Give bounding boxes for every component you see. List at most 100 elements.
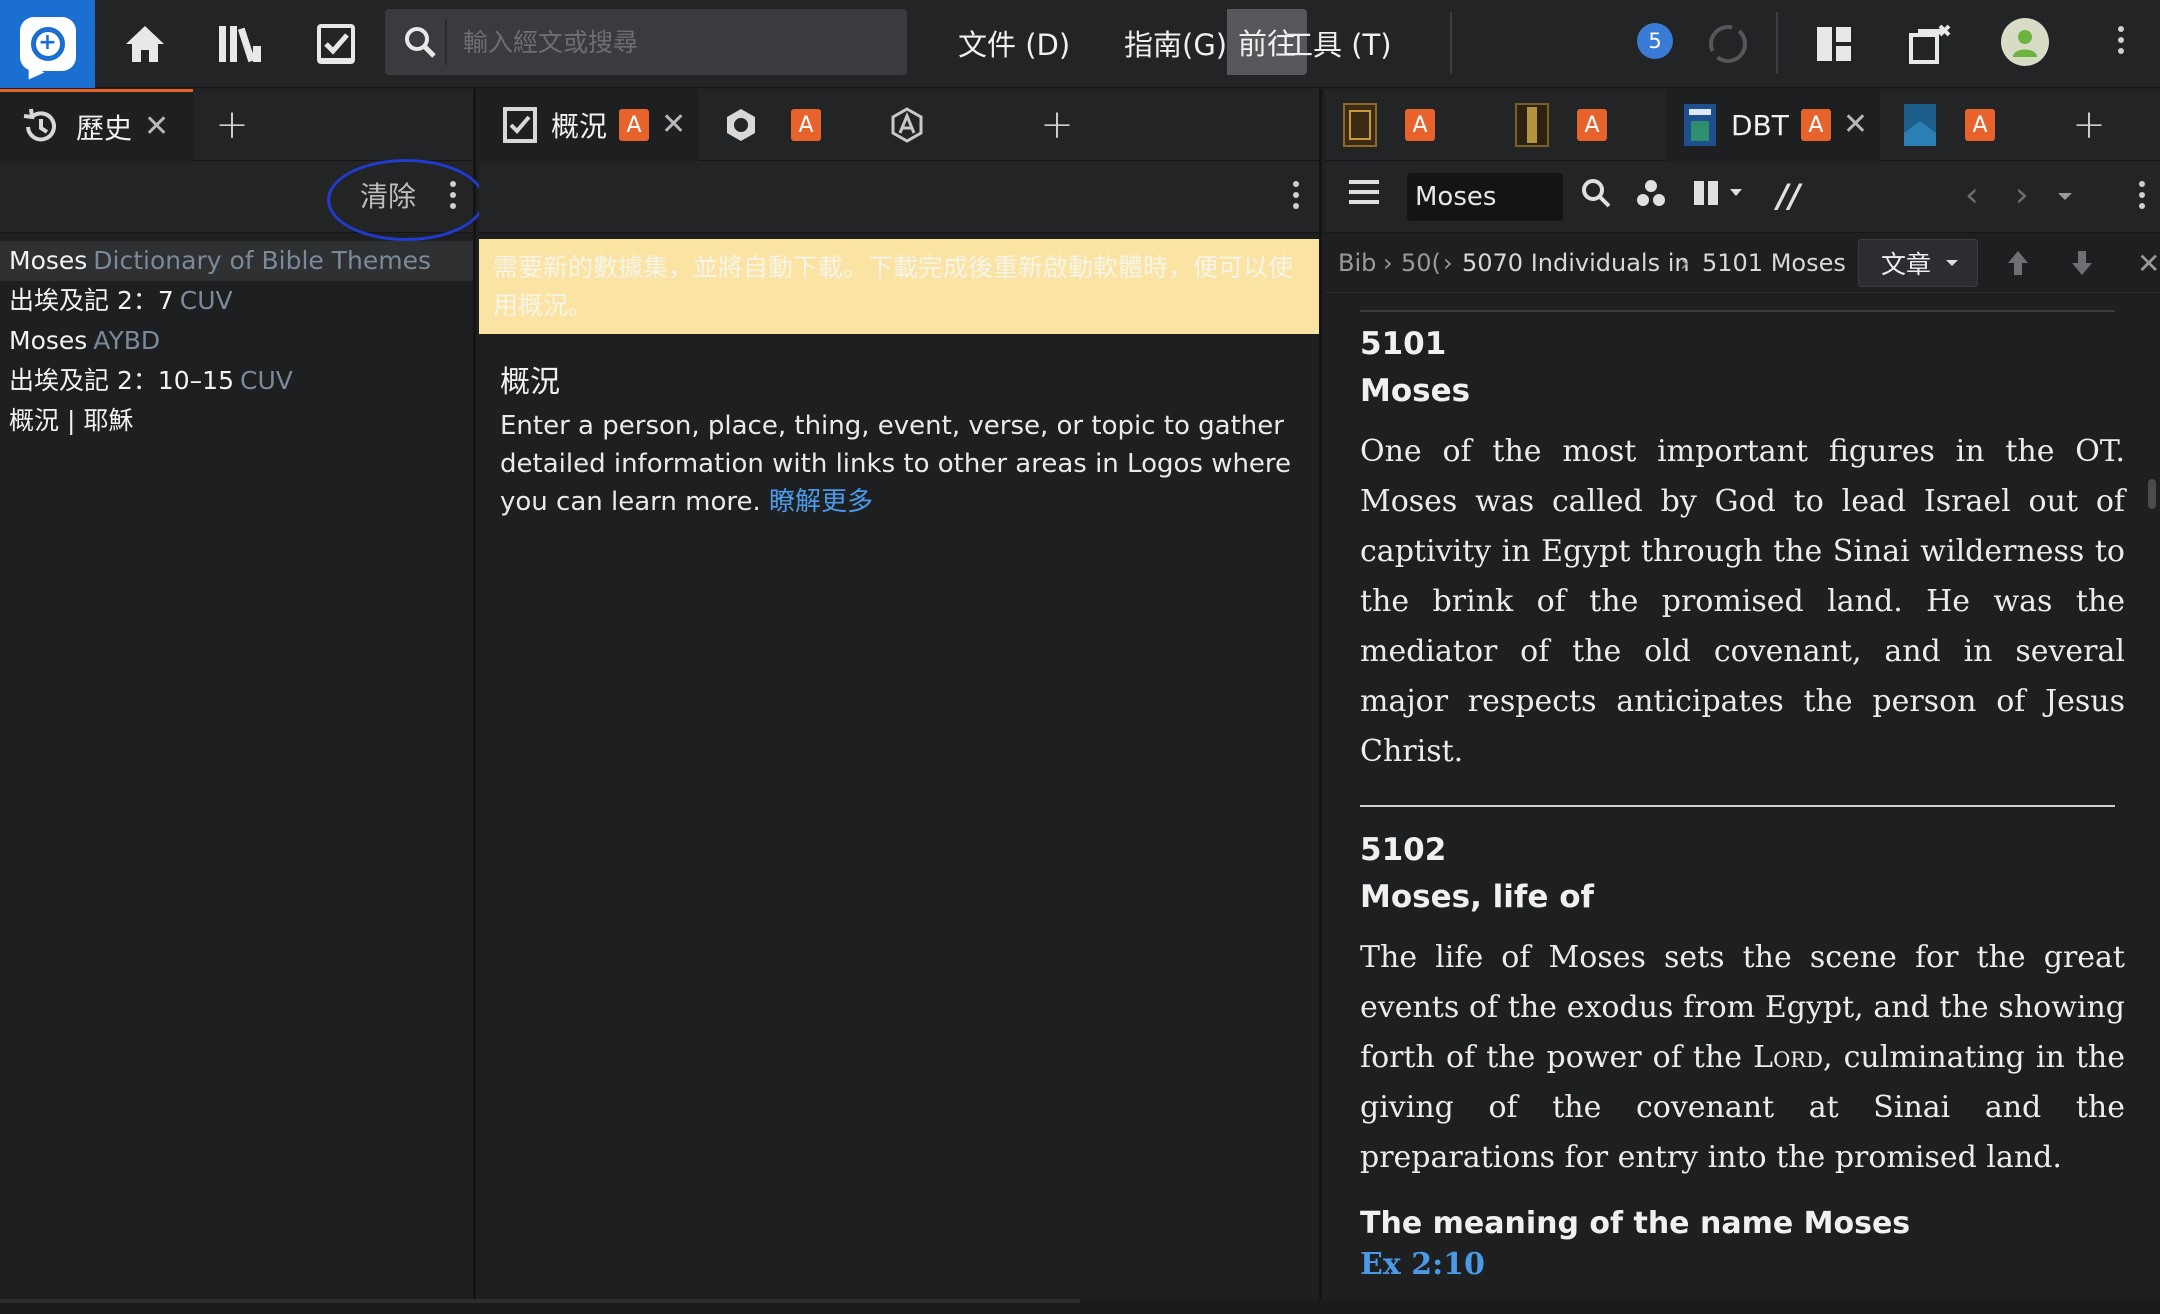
section-type-dropdown[interactable]: 文章: [1858, 239, 1978, 287]
tab-resource-4[interactable]: A: [1903, 89, 2053, 161]
entry-number: 5102: [1360, 832, 1447, 868]
tab-dbt-label: DBT: [1731, 108, 1789, 142]
logos-logo-button[interactable]: +: [0, 0, 95, 88]
logo-icon: +: [19, 17, 76, 71]
entry-subheading: The meaning of the name Moses: [1360, 1206, 1911, 1241]
highlight-circle-annotation: [327, 159, 485, 241]
parallel-link-icon[interactable]: //: [1777, 177, 1800, 215]
tab-badge: A: [1577, 109, 1607, 141]
breadcrumb-item[interactable]: 5101 Moses: [1702, 249, 1846, 277]
history-tabstrip: 歷史 ✕ +: [0, 89, 473, 161]
user-avatar[interactable]: [2001, 18, 2049, 66]
history-item-title: 概況 | 耶穌: [9, 406, 134, 435]
breadcrumb: Bib › 50( › 5070 Individuals in › 5101 M…: [1325, 233, 2160, 293]
add-tab-icon[interactable]: +: [210, 102, 254, 148]
home-icon[interactable]: [115, 14, 175, 74]
dataset-download-notice: 需要新的數據集，並將自動下載。下載完成後重新啟動軟體時，便可以使用概況。: [479, 239, 1319, 334]
close-panels-icon[interactable]: [1900, 14, 1960, 74]
reader-search-icon[interactable]: [1580, 177, 1612, 213]
notification-badge[interactable]: 5: [1637, 23, 1673, 59]
close-tab-icon[interactable]: ✕: [144, 111, 169, 142]
book-cover-icon: [1343, 103, 1377, 147]
breadcrumb-separator: ›: [1680, 249, 1690, 277]
scrollbar-thumb[interactable]: [2148, 479, 2156, 509]
tab-factbook[interactable]: [869, 89, 989, 161]
forward-arrow-icon[interactable]: ›: [2015, 175, 2029, 215]
tab-history[interactable]: 歷史 ✕: [0, 89, 193, 161]
reader-tabstrip: A A DBT A ✕ A +: [1325, 89, 2160, 161]
breadcrumb-separator: ›: [1443, 249, 1453, 277]
previous-section-icon[interactable]: [2007, 249, 2029, 281]
history-item[interactable]: 出埃及記 2：10–15 CUV: [0, 361, 473, 401]
search-icon[interactable]: [393, 15, 447, 69]
history-item-title: 出埃及記 2：7: [9, 286, 174, 315]
breadcrumb-separator: ›: [1383, 249, 1393, 277]
breadcrumb-item[interactable]: Bib: [1338, 249, 1376, 277]
bottom-status-bar: [0, 1299, 2160, 1314]
reader-more-icon[interactable]: [2137, 181, 2147, 209]
toolbar-divider: [1450, 12, 1452, 74]
layouts-icon[interactable]: [1804, 14, 1864, 74]
documents-checklist-icon[interactable]: [306, 14, 366, 74]
tab-badge: A: [1405, 109, 1435, 141]
entry-divider: [1360, 805, 2115, 807]
tab-overview[interactable]: 概況 A ✕: [479, 89, 699, 161]
hexagon-guide-icon: [727, 109, 755, 141]
close-breadcrumb-icon[interactable]: ✕: [2137, 247, 2160, 280]
next-section-icon[interactable]: [2071, 249, 2093, 281]
reader-panel: A A DBT A ✕ A + Moses // ‹ › Bib › 50(›…: [1325, 89, 2160, 1299]
tab-resource-2[interactable]: A: [1515, 89, 1665, 161]
close-tab-icon[interactable]: ✕: [1843, 110, 1868, 140]
history-item[interactable]: Moses Dictionary of Bible Themes: [0, 241, 473, 281]
reader-search-input[interactable]: Moses: [1407, 173, 1563, 221]
status-progress: [0, 1299, 1080, 1303]
add-tab-icon[interactable]: +: [1035, 102, 1079, 148]
entry-body-lord: Lord: [1753, 1040, 1823, 1075]
overview-description: Enter a person, place, thing, event, ver…: [500, 407, 1300, 521]
history-item[interactable]: 概況 | 耶穌: [0, 401, 473, 441]
factbook-hexagon-icon: [891, 107, 923, 143]
history-item-title: Moses: [9, 326, 88, 355]
history-item[interactable]: 出埃及記 2：7 CUV: [0, 281, 473, 321]
book-cover-icon: [1904, 104, 1936, 146]
learn-more-link[interactable]: 瞭解更多: [769, 487, 873, 517]
back-arrow-icon[interactable]: ‹: [1965, 175, 1979, 215]
menu-documents[interactable]: 文件 (D): [958, 22, 1070, 64]
search-separator: [445, 19, 447, 65]
library-icon[interactable]: [210, 14, 270, 74]
overview-tabstrip: 概況 A ✕ A +: [479, 89, 1319, 161]
tab-badge: A: [619, 109, 650, 141]
menu-guides[interactable]: 指南(G): [1124, 22, 1227, 64]
parallel-resources-icon[interactable]: [1692, 179, 1746, 211]
breadcrumb-item[interactable]: 5070 Individuals in: [1462, 249, 1690, 277]
bible-themes-cover-icon: [1684, 104, 1716, 146]
tab-badge: A: [791, 109, 821, 141]
history-item[interactable]: Moses AYBD: [0, 321, 473, 361]
main-toolbar: + 前往 文件 (D) 指南(G) 工具 (T) 5: [0, 0, 2160, 88]
search-input[interactable]: [463, 19, 823, 65]
menu-tools[interactable]: 工具 (T): [1284, 22, 1392, 64]
tab-resource-1[interactable]: A: [1343, 89, 1493, 161]
reader-toolbar: Moses // ‹ ›: [1325, 161, 2160, 233]
sync-icon[interactable]: [1698, 14, 1758, 74]
overview-toolbar: [479, 161, 1319, 233]
toolbar-divider: [1776, 12, 1778, 74]
history-panel: 歷史 ✕ + 清除 Moses Dictionary of Bible Theme…: [0, 89, 485, 1299]
hamburger-menu-icon[interactable]: [1349, 179, 1379, 209]
add-tab-icon[interactable]: +: [2067, 102, 2111, 148]
close-tab-icon[interactable]: ✕: [661, 110, 686, 140]
article-top-rule: [1360, 310, 2115, 312]
visual-filter-icon[interactable]: [1635, 177, 1667, 213]
history-dropdown-icon[interactable]: [2057, 187, 2073, 206]
history-clock-icon: [23, 108, 56, 141]
entry-body: The life of Moses sets the scene for the…: [1360, 933, 2125, 1183]
breadcrumb-item[interactable]: 50(: [1401, 249, 1441, 277]
scripture-reference-link[interactable]: Ex 2:10: [1360, 1247, 2125, 1282]
overview-more-icon[interactable]: [1291, 181, 1301, 209]
tab-dbt[interactable]: DBT A ✕: [1665, 89, 1880, 161]
overview-panel: 概況 A ✕ A + 需要新的數據集，並將自動下載。下載完成後重新啟動軟體時，便…: [479, 89, 1322, 1299]
history-item-source: Dictionary of Bible Themes: [93, 246, 432, 275]
more-options-icon[interactable]: [2116, 26, 2126, 54]
tab-guide[interactable]: A: [701, 89, 847, 161]
history-item-title: Moses: [9, 246, 88, 275]
